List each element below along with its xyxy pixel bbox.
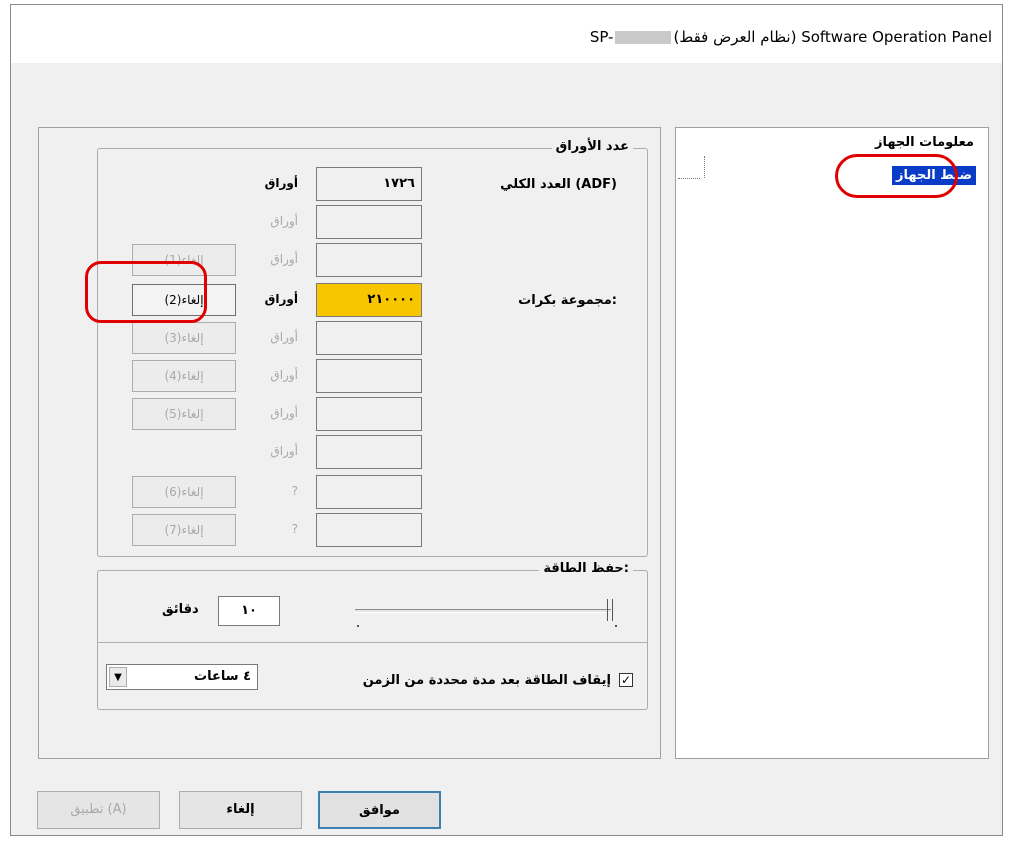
- auto-off-hours-select[interactable]: ▼ ٤ ساعات: [106, 664, 258, 690]
- ok-button[interactable]: موافق: [318, 791, 441, 829]
- sheet-unit-label: أوراق: [270, 444, 298, 458]
- auto-off-checkbox[interactable]: ✓: [619, 673, 633, 687]
- power-slider[interactable]: [355, 599, 621, 635]
- title-right: (نظام العرض فقط) Software Operation Pane…: [673, 28, 992, 46]
- sheet-count-value: [316, 475, 422, 509]
- slider-track: [355, 609, 611, 613]
- sheet-unit-label: أوراق: [264, 176, 298, 190]
- tree-connector: [704, 156, 705, 178]
- sheet-count-value: ١٧٢٦: [316, 167, 422, 201]
- highlight-circle: [835, 154, 958, 198]
- title-left: SP-: [589, 28, 614, 46]
- sheet-count-value: [316, 397, 422, 431]
- sheet-count-group: عدد الأوراق العدد الكلي (ADF) مجموعة بكر…: [97, 139, 648, 557]
- slider-tick: [357, 625, 359, 627]
- divider: [98, 642, 647, 643]
- minutes-unit: دقائق: [162, 602, 199, 617]
- auto-off-label: إيقاف الطاقة بعد مدة محددة من الزمن: [362, 673, 611, 688]
- sheet-count-value: ٢١٠٠٠٠: [316, 283, 422, 317]
- window-title: SP- (نظام العرض فقط) Software Operation P…: [590, 28, 992, 46]
- sheet-count-value: [316, 321, 422, 355]
- tree-connector: [678, 178, 700, 179]
- sheet-unit-label: أوراق: [270, 330, 298, 344]
- sheet-unit-label: أوراق: [270, 214, 298, 228]
- dialog-window: SP- (نظام العرض فقط) Software Operation P…: [10, 4, 1003, 836]
- power-saving-group: حفظ الطاقة: ١٠ دقائق ✓ إيقاف الطاقة بعد …: [97, 561, 648, 710]
- sheet-unit-label: أوراق: [270, 368, 298, 382]
- minutes-field[interactable]: ١٠: [218, 596, 280, 626]
- highlight-circle: [85, 261, 207, 323]
- chevron-down-icon[interactable]: ▼: [109, 667, 127, 687]
- masked-model-number: [615, 31, 672, 44]
- sheet-count-legend: عدد الأوراق: [551, 139, 633, 154]
- sheet-count-value: [316, 513, 422, 547]
- hours-selected-value: ٤ ساعات: [194, 669, 251, 684]
- sheet-count-value: [316, 359, 422, 393]
- sheet-count-value: [316, 243, 422, 277]
- clear-counter-button[interactable]: إلغاء(6): [132, 476, 236, 508]
- sheet-count-value: [316, 205, 422, 239]
- tree-item-device-info[interactable]: معلومات الجهاز: [875, 135, 974, 150]
- settings-panel: عدد الأوراق العدد الكلي (ADF) مجموعة بكر…: [38, 127, 661, 759]
- sheet-unit-label: أوراق: [270, 406, 298, 420]
- clear-counter-button[interactable]: إلغاء(3): [132, 322, 236, 354]
- cancel-button[interactable]: إلغاء: [179, 791, 302, 829]
- sheet-unit-label: أوراق: [264, 292, 298, 306]
- total-count-label: العدد الكلي (ADF): [500, 177, 617, 192]
- sheet-count-value: [316, 435, 422, 469]
- slider-tick: [615, 625, 617, 627]
- sheet-unit-label: ?: [291, 484, 298, 498]
- clear-counter-button[interactable]: إلغاء(7): [132, 514, 236, 546]
- clear-counter-button[interactable]: إلغاء(5): [132, 398, 236, 430]
- apply-button[interactable]: تطبيق (A): [37, 791, 160, 829]
- sheet-unit-label: ?: [291, 522, 298, 536]
- clear-counter-button[interactable]: إلغاء(4): [132, 360, 236, 392]
- power-saving-legend: حفظ الطاقة:: [539, 561, 633, 576]
- roller-set-label: مجموعة بكرات:: [518, 293, 617, 308]
- slider-thumb[interactable]: [607, 599, 613, 621]
- device-tree: معلومات الجهاز ضبط الجهاز: [675, 127, 989, 759]
- title-bar: SP- (نظام العرض فقط) Software Operation P…: [11, 5, 1002, 63]
- sheet-unit-label: أوراق: [270, 252, 298, 266]
